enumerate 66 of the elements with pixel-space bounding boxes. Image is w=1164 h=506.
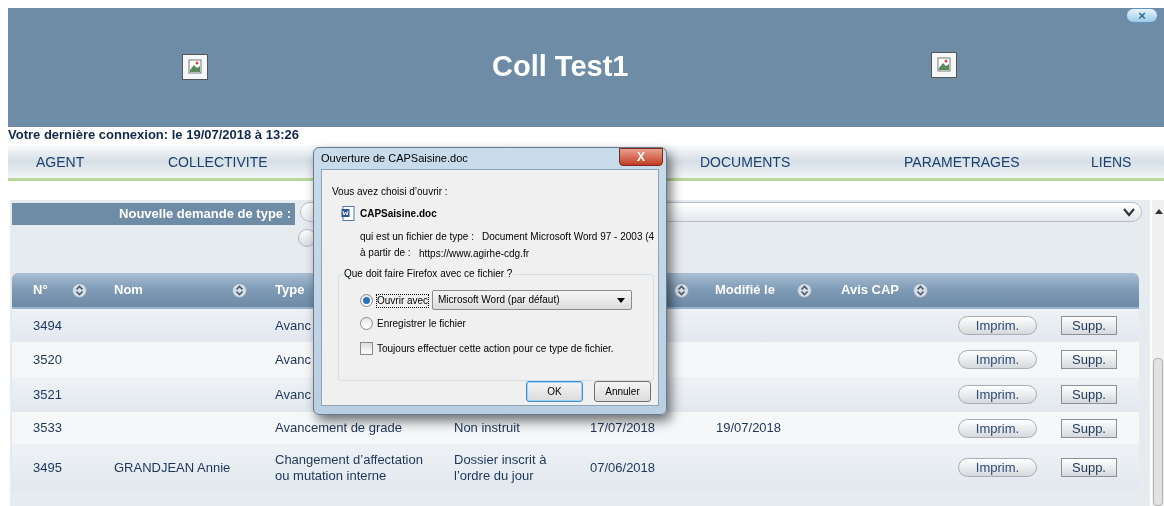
table-cell: Avanc xyxy=(275,386,311,402)
delete-button[interactable]: Supp. xyxy=(1061,316,1117,335)
sort-icon[interactable] xyxy=(232,282,247,298)
checkbox[interactable] xyxy=(360,342,373,355)
application-select[interactable]: Microsoft Word (par défaut) xyxy=(432,290,632,310)
intro-text: Vous avez choisi d’ouvrir : xyxy=(332,186,448,198)
table-cell: 3533 xyxy=(33,420,62,435)
checkbox-label[interactable]: Toujours effectuer cette action pour ce type de fichier. xyxy=(377,343,614,355)
sort-icon[interactable] xyxy=(674,282,689,298)
dialog-button[interactable]: OK xyxy=(526,381,583,402)
file-name: CAPSaisine.doc xyxy=(360,208,437,220)
print-button[interactable]: Imprim. xyxy=(958,350,1037,369)
sort-icon[interactable] xyxy=(72,282,87,298)
table-cell: 3495 xyxy=(33,459,62,475)
last-login-text: Votre dernière connexion: le 19/07/2018 à 13:26 xyxy=(8,127,299,143)
file-type-label: qui est un fichier de type : xyxy=(360,231,474,243)
document-icon xyxy=(341,206,355,221)
print-button[interactable]: Imprim. xyxy=(958,316,1037,335)
table-cell: GRANDJEAN Annie xyxy=(114,459,231,475)
table-cell: Avanc xyxy=(275,351,311,367)
delete-button[interactable]: Supp. xyxy=(1061,350,1117,369)
delete-button[interactable]: Supp. xyxy=(1061,418,1117,438)
file-type-value: Document Microsoft Word 97 - 2003 (4 xyxy=(482,231,655,243)
nav-link[interactable]: COLLECTIVITE xyxy=(168,154,268,171)
table-cell: Avanc xyxy=(275,317,311,333)
nav-link[interactable]: LIENS xyxy=(1091,154,1132,171)
table-cell: 3521 xyxy=(33,386,62,402)
new-request-label: Nouvelle demande de type : xyxy=(12,203,295,225)
radio-label[interactable]: Ouvrir avec xyxy=(377,295,429,307)
print-button[interactable]: Imprim. xyxy=(958,458,1037,477)
nav-link[interactable]: DOCUMENTS xyxy=(700,154,791,171)
table-cell: 19/07/2018 xyxy=(716,420,782,435)
group-label: Que doit faire Firefox avec ce fichier ? xyxy=(343,268,514,280)
delete-button[interactable]: Supp. xyxy=(1061,458,1117,477)
table-cell: Dossier inscrit à l’ordre du jour xyxy=(454,451,547,483)
source-url: https://www.agirhe-cdg.fr xyxy=(419,248,530,260)
table-cell: 17/07/2018 xyxy=(590,420,656,435)
nav-link[interactable]: AGENT xyxy=(36,154,85,171)
table-cell: Changement d’affectation ou mutation interne xyxy=(275,451,423,483)
table-cell: 07/06/2018 xyxy=(590,459,656,475)
scroll-up-icon[interactable] xyxy=(1155,208,1163,214)
broken-image-icon xyxy=(931,52,957,78)
table-cell: 3494 xyxy=(33,317,62,333)
scrollbar[interactable] xyxy=(1152,200,1164,506)
table-row[interactable]: 3533 Avancement de grade Non instruit 17/07/2018 19/07/2018 Imprim. Supp. xyxy=(12,412,1139,444)
table-cell: Avancement de grade xyxy=(275,420,402,435)
chevron-down-icon xyxy=(1123,207,1135,217)
close-button[interactable]: × xyxy=(1126,8,1158,23)
dialog-button[interactable]: Annuler xyxy=(594,381,651,402)
radio-button[interactable] xyxy=(360,317,373,330)
dialog-title: Ouverture de CAPSaisine.doc xyxy=(321,152,468,165)
table-cell: Non instruit xyxy=(454,420,520,435)
radio-button[interactable] xyxy=(360,294,373,307)
print-button[interactable]: Imprim. xyxy=(958,418,1037,438)
table-row[interactable]: 3495 GRANDJEAN Annie Changement d’affectation ou mutation interne Dossier inscrit à l’ordre du jour 07/06/2018 Imprim. Supp. xyxy=(12,444,1139,491)
sort-icon[interactable] xyxy=(913,282,929,298)
page-title: Coll Test1 xyxy=(492,49,629,84)
source-label: à partir de : xyxy=(360,247,411,259)
broken-image-icon xyxy=(182,54,208,80)
delete-button[interactable]: Supp. xyxy=(1061,385,1117,404)
print-button[interactable]: Imprim. xyxy=(958,385,1037,404)
radio-label[interactable]: Enregistrer le fichier xyxy=(377,318,466,330)
nav-link[interactable]: PARAMETRAGES xyxy=(904,154,1020,171)
dropdown-arrow-icon xyxy=(617,297,625,303)
table-cell: 3520 xyxy=(33,351,62,367)
sort-icon[interactable] xyxy=(797,282,812,298)
